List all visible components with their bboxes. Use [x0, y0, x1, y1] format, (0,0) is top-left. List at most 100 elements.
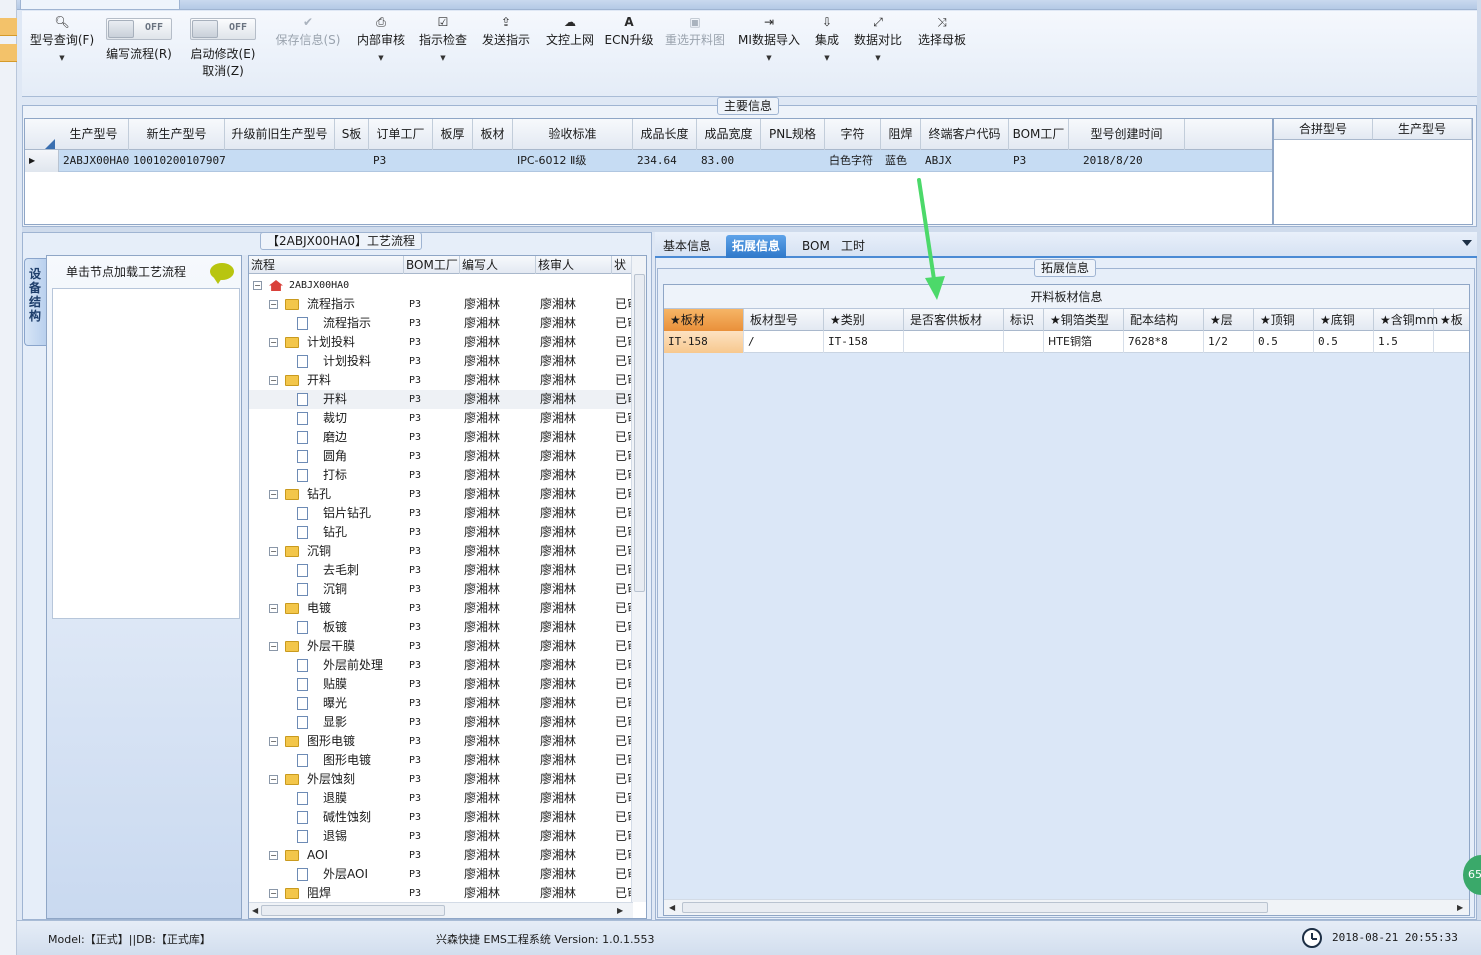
tree-expander[interactable]: − — [269, 846, 278, 865]
tree-expander[interactable]: − — [269, 295, 278, 314]
col-header[interactable]: 成品宽度 — [697, 119, 761, 150]
tree-group-row[interactable]: −流程指示P3廖湘林廖湘林已审 — [249, 295, 633, 314]
tabs-dropdown-icon[interactable] — [1462, 240, 1472, 246]
col-header[interactable]: ★含铜mm — [1374, 309, 1438, 331]
tree-leaf-row[interactable]: 退膜P3廖湘林廖湘林已审 — [249, 789, 633, 808]
horizontal-scrollbar[interactable]: ◀ ▶ — [664, 899, 1469, 915]
tree-group-row[interactable]: −图形电镀P3廖湘林廖湘林已审 — [249, 732, 633, 751]
tree-leaf-row[interactable]: 退锡P3廖湘林廖湘林已审 — [249, 827, 633, 846]
tab-extended-info[interactable]: 拓展信息 — [726, 235, 787, 258]
col-header[interactable]: 字符 — [825, 119, 881, 150]
col-header[interactable]: 板材型号 — [744, 309, 824, 331]
col-header[interactable]: 订单工厂 — [369, 119, 433, 150]
tree-leaf-row[interactable]: 圆角P3廖湘林廖湘林已审 — [249, 447, 633, 466]
cell[interactable]: 1/2 — [1204, 331, 1254, 353]
tree-leaf-row[interactable]: 图形电镀P3廖湘林廖湘林已审 — [249, 751, 633, 770]
tree-leaf-row[interactable]: 打标P3廖湘林廖湘林已审 — [249, 466, 633, 485]
scroll-thumb[interactable] — [634, 274, 645, 592]
col-header[interactable]: 是否客供板材 — [904, 309, 1004, 331]
tree-group-row[interactable]: −外层蚀刻P3廖湘林廖湘林已审 — [249, 770, 633, 789]
tree-group-row[interactable]: −电镀P3廖湘林廖湘林已审 — [249, 599, 633, 618]
col-header[interactable]: ★板材 — [664, 309, 744, 331]
save-info-button[interactable]: ✔ 保存信息(S) — [272, 11, 344, 91]
cell[interactable]: HTE铜箔 — [1044, 331, 1124, 353]
tree-leaf-row[interactable]: 外层前处理P3廖湘林廖湘林已审 — [249, 656, 633, 675]
tree-leaf-row[interactable]: 外层AOIP3廖湘林廖湘林已审 — [249, 865, 633, 884]
integrate-button[interactable]: ⇩ 集成 ▼ — [808, 11, 846, 91]
col-header[interactable]: 状 — [612, 256, 633, 274]
tree-expander[interactable]: − — [269, 637, 278, 656]
tree-expander[interactable]: − — [269, 599, 278, 618]
scroll-left-icon[interactable]: ◀ — [252, 906, 258, 915]
scroll-right-icon[interactable]: ▶ — [1457, 903, 1463, 912]
tree-leaf-row[interactable]: 去毛刺P3廖湘林廖湘林已审 — [249, 561, 633, 580]
tree-leaf-row[interactable]: 计划投料P3廖湘林廖湘林已审 — [249, 352, 633, 371]
col-header[interactable]: ★板 — [1434, 309, 1469, 331]
table-row[interactable]: IT-158 / IT-158 HTE铜箔 7628*8 1/2 0.5 0.5… — [664, 331, 1469, 353]
col-header[interactable]: ★层 — [1204, 309, 1254, 331]
tree-leaf-row[interactable]: 曝光P3廖湘林廖湘林已审 — [249, 694, 633, 713]
col-header[interactable]: S板 — [335, 119, 369, 150]
horizontal-scrollbar[interactable]: ◀ ▶ — [249, 902, 633, 918]
col-header[interactable]: 编写人 — [460, 256, 536, 274]
tree-expander[interactable]: − — [253, 276, 262, 295]
tree-leaf-row[interactable]: 铝片钻孔P3廖湘林廖湘林已审 — [249, 504, 633, 523]
cell[interactable]: IT-158 — [664, 331, 744, 353]
tree-expander[interactable]: − — [269, 371, 278, 390]
tree-group-row[interactable]: −阻焊P3廖湘林廖湘林已审 — [249, 884, 633, 903]
scroll-thumb[interactable] — [682, 902, 1268, 913]
tree-group-row[interactable]: −开料P3廖湘林廖湘林已审 — [249, 371, 633, 390]
tree-group-row[interactable]: −外层干膜P3廖湘林廖湘林已审 — [249, 637, 633, 656]
tree-leaf-row[interactable]: 沉铜P3廖湘林廖湘林已审 — [249, 580, 633, 599]
tree-group-row[interactable]: −AOIP3廖湘林廖湘林已审 — [249, 846, 633, 865]
tree-leaf-row[interactable]: 磨边P3廖湘林廖湘林已审 — [249, 428, 633, 447]
col-header[interactable]: PNL规格 — [761, 119, 825, 150]
tab-basic-info[interactable]: 基本信息 — [657, 235, 717, 258]
toggle-switch[interactable]: OFF — [106, 18, 172, 40]
col-header[interactable]: 标识 — [1004, 309, 1044, 331]
col-header[interactable]: 配本结构 — [1124, 309, 1204, 331]
tree-expander[interactable]: − — [269, 770, 278, 789]
tree-expander[interactable]: − — [269, 485, 278, 504]
col-header[interactable]: BOM工厂 — [404, 256, 460, 274]
col-header[interactable]: 核审人 — [536, 256, 612, 274]
col-header[interactable]: 阻焊 — [881, 119, 921, 150]
col-header[interactable]: 成品长度 — [633, 119, 697, 150]
cell[interactable]: IT-158 — [824, 331, 904, 353]
scroll-thumb[interactable] — [261, 905, 445, 916]
data-compare-button[interactable]: ⤢ 数据对比 ▼ — [850, 11, 906, 91]
col-header[interactable]: 板厚 — [433, 119, 473, 150]
doc-upload-button[interactable]: ☁ 文控上网 — [542, 11, 598, 91]
grid-corner-icon[interactable] — [45, 139, 55, 149]
document-tab[interactable] — [20, 0, 180, 10]
tree-expander[interactable]: − — [269, 542, 278, 561]
col-header[interactable]: 生产型号 — [59, 119, 129, 150]
scroll-right-icon[interactable]: ▶ — [617, 906, 623, 915]
col-header[interactable]: 终端客户代码 — [921, 119, 1009, 150]
cell[interactable] — [1434, 331, 1469, 353]
internal-review-button[interactable]: ⎙ 内部审核 ▼ — [354, 11, 408, 91]
write-flow-toggle[interactable]: OFF 编写流程(R) — [104, 11, 174, 91]
tree-group-row[interactable]: −计划投料P3廖湘林廖湘林已审 — [249, 333, 633, 352]
send-instruction-button[interactable]: ⇪ 发送指示 — [478, 11, 534, 91]
col-header[interactable]: 生产型号 — [1373, 119, 1472, 140]
tree-leaf-row[interactable]: 开料P3廖湘林廖湘林已审 — [249, 390, 633, 409]
tree-leaf-row[interactable]: 流程指示P3廖湘林廖湘林已审 — [249, 314, 633, 333]
col-header[interactable]: ★顶铜 — [1254, 309, 1314, 331]
model-query-button[interactable]: 🔍︎ 型号查询(F) ▼ — [26, 11, 98, 91]
tree-leaf-row[interactable]: 显影P3廖湘林廖湘林已审 — [249, 713, 633, 732]
col-header[interactable]: 验收标准 — [513, 119, 633, 150]
col-header[interactable]: 型号创建时间 — [1069, 119, 1185, 150]
ecn-upgrade-button[interactable]: A ECN升级 — [604, 11, 654, 91]
instruction-check-button[interactable]: ☑ 指示检查 ▼ — [416, 11, 470, 91]
tree-expander[interactable]: − — [269, 884, 278, 903]
tree-group-row[interactable]: −沉铜P3廖湘林廖湘林已审 — [249, 542, 633, 561]
col-header[interactable]: 升级前旧生产型号 — [225, 119, 335, 150]
cell[interactable]: 7628*8 — [1124, 331, 1204, 353]
tab-device-structure[interactable]: 设备结构 — [24, 258, 46, 346]
cell[interactable]: 1.5 — [1374, 331, 1434, 353]
tree-leaf-row[interactable]: 裁切P3廖湘林廖湘林已审 — [249, 409, 633, 428]
toggle-switch[interactable]: OFF — [190, 18, 256, 40]
vertical-scrollbar[interactable] — [631, 256, 646, 902]
tree-leaf-row[interactable]: 碱性蚀刻P3廖湘林廖湘林已审 — [249, 808, 633, 827]
